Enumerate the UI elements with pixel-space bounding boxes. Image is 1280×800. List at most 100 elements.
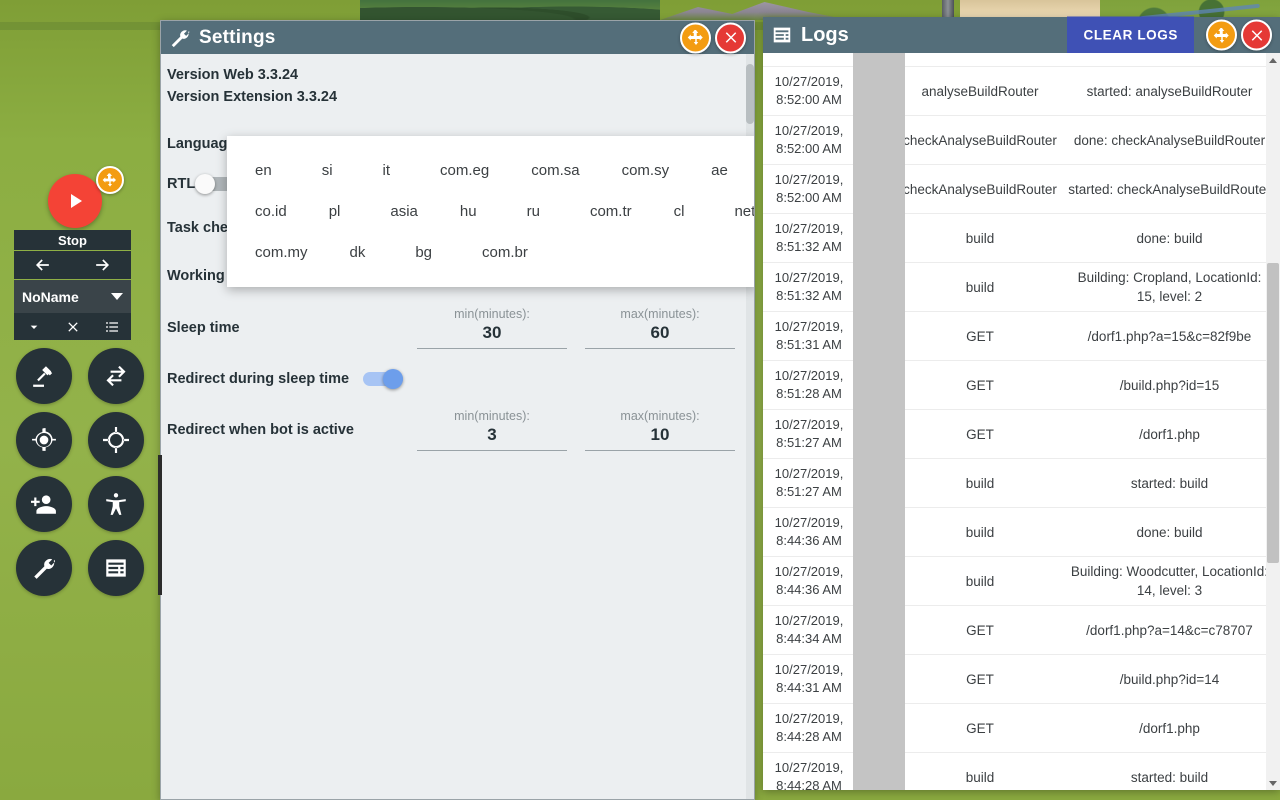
log-timestamp: 10/27/2019, 8:51:27 AM: [774, 466, 844, 499]
logs-button[interactable]: [88, 540, 144, 596]
sleep-max-input[interactable]: [585, 323, 735, 349]
language-option-com-eg[interactable]: com.eg: [430, 158, 499, 183]
redirect-active-row: Redirect when bot is active min(minutes)…: [167, 402, 740, 458]
village-select[interactable]: NoName: [14, 280, 131, 313]
log-task: GET: [966, 377, 994, 393]
log-row[interactable]: [763, 53, 1280, 67]
accessibility-button[interactable]: [88, 476, 144, 532]
page-edge-scrollbar[interactable]: [158, 455, 162, 595]
redirect-min-input[interactable]: [417, 425, 567, 451]
log-message: /dorf1.php: [1139, 720, 1200, 736]
log-message: started: checkAnalyseBuildRouter: [1068, 181, 1271, 197]
logs-scroll-up-button[interactable]: [1266, 53, 1280, 67]
log-row[interactable]: 10/27/2019, 8:51:31 AM GET/dorf1.php?a=15…: [763, 312, 1280, 361]
log-row[interactable]: 10/27/2019, 8:44:36 AM - build done: build: [763, 508, 1280, 557]
log-row[interactable]: 10/27/2019, 8:51:27 AM GET/dorf1.php: [763, 410, 1280, 459]
village-clear-button[interactable]: [53, 313, 92, 340]
play-button[interactable]: [48, 174, 102, 228]
village-dropdown-button[interactable]: [14, 313, 53, 340]
move-arrows-icon: [102, 173, 116, 187]
log-row[interactable]: 10/27/2019, 8:51:27 AM - build started: bui…: [763, 459, 1280, 508]
exchange-button[interactable]: [88, 348, 144, 404]
logs-scrollbar[interactable]: [1266, 53, 1280, 790]
log-row[interactable]: 10/27/2019, 8:52:00 AM checkAnalyseBuildR…: [763, 116, 1280, 165]
log-level: -: [874, 230, 880, 246]
bot-control-sidebar: Stop NoName: [0, 0, 160, 800]
exchange-arrows-icon: [106, 365, 126, 387]
language-dropdown-menu[interactable]: ensiitcom.egcom.sacom.syaeroco.idplasiah…: [227, 136, 754, 287]
log-message: /dorf1.php: [1139, 426, 1200, 442]
target-outline-button[interactable]: [88, 412, 144, 468]
log-timestamp: 10/27/2019, 8:52:00 AM: [774, 172, 844, 205]
redirect-max-input[interactable]: [585, 425, 735, 451]
log-message: done: checkAnalyseBuildRouter: [1073, 132, 1266, 148]
log-task: build: [965, 524, 995, 540]
language-option-dk[interactable]: dk: [340, 240, 376, 265]
language-option-co-id[interactable]: co.id: [245, 199, 297, 224]
settings-move-handle[interactable]: [680, 22, 711, 53]
language-option-com-sy[interactable]: com.sy: [612, 158, 680, 183]
clear-logs-button[interactable]: CLEAR LOGS: [1067, 16, 1194, 54]
move-arrows-icon: [687, 30, 703, 45]
sleep-min-input[interactable]: [417, 323, 567, 349]
settings-button[interactable]: [16, 540, 72, 596]
log-row[interactable]: 10/27/2019, 8:44:28 AM GET/dorf1.php: [763, 704, 1280, 753]
log-task: GET: [966, 328, 994, 344]
target-filled-button[interactable]: [16, 412, 72, 468]
language-option-pl[interactable]: pl: [319, 199, 351, 224]
settings-scroll-thumb[interactable]: [746, 64, 754, 124]
log-row[interactable]: 10/27/2019, 8:51:32 AM - build Building: Cr…: [763, 263, 1280, 312]
background-forest: [360, 0, 660, 22]
language-option-cl[interactable]: cl: [664, 199, 695, 224]
language-option-com-br[interactable]: com.br: [472, 240, 538, 265]
log-timestamp: 10/27/2019, 8:51:32 AM: [774, 270, 844, 303]
logs-close-button[interactable]: [1241, 19, 1272, 51]
logs-scroll-down-button[interactable]: [1266, 776, 1280, 790]
add-people-button[interactable]: [16, 476, 72, 532]
log-message: /build.php?id=15: [1119, 377, 1220, 393]
sidebar-move-handle[interactable]: [96, 166, 124, 194]
log-row[interactable]: 10/27/2019, 8:44:31 AM GET/build.php?id=1…: [763, 655, 1280, 704]
redirect-sleep-toggle[interactable]: [359, 369, 404, 389]
wrench-settings-icon: [34, 558, 55, 579]
language-option-ru[interactable]: ru: [517, 199, 550, 224]
logs-move-handle[interactable]: [1206, 19, 1237, 51]
log-message: done: build: [1136, 230, 1203, 246]
language-option-com-my[interactable]: com.my: [245, 240, 318, 265]
log-message: started: build: [1130, 475, 1209, 491]
log-row[interactable]: 10/27/2019, 8:44:34 AM GET/dorf1.php?a=14…: [763, 606, 1280, 655]
log-level: -: [874, 769, 880, 785]
log-row[interactable]: 10/27/2019, 8:44:36 AM - build Building: Wo…: [763, 557, 1280, 606]
next-village-button[interactable]: [73, 251, 132, 279]
language-option-asia[interactable]: asia: [380, 199, 428, 224]
village-list-button[interactable]: [92, 313, 131, 340]
language-option-net[interactable]: net: [724, 199, 754, 224]
language-option-si[interactable]: si: [312, 158, 343, 183]
close-x-icon: [725, 32, 736, 43]
sleep-time-label: Sleep time: [167, 320, 240, 336]
prev-village-button[interactable]: [14, 251, 73, 279]
language-option-com-tr[interactable]: com.tr: [580, 199, 642, 224]
log-row[interactable]: 10/27/2019, 8:51:28 AM GET/build.php?id=1…: [763, 361, 1280, 410]
log-message: /dorf1.php?a=15&c=82f9be: [1087, 328, 1252, 344]
target-outline-icon: [103, 427, 129, 453]
redirect-max-field: max(minutes):: [585, 409, 735, 451]
log-row[interactable]: 10/27/2019, 8:52:00 AM checkAnalyseBuildR…: [763, 165, 1280, 214]
logs-scroll-thumb[interactable]: [1267, 263, 1279, 563]
redirect-min-label: min(minutes):: [454, 409, 530, 423]
language-option-en[interactable]: en: [245, 158, 282, 183]
language-option-bg[interactable]: bg: [405, 240, 442, 265]
sleep-max-field: max(minutes):: [585, 307, 735, 349]
log-message: started: analyseBuildRouter: [1086, 83, 1253, 99]
logs-table-body[interactable]: 10/27/2019, 8:52:00 AM analyseBuildRouter…: [763, 53, 1280, 790]
auction-button[interactable]: [16, 348, 72, 404]
language-option-it[interactable]: it: [373, 158, 401, 183]
stop-button[interactable]: Stop: [14, 230, 131, 250]
log-row[interactable]: 10/27/2019, 8:44:28 AM - build started: bui…: [763, 753, 1280, 790]
log-row[interactable]: 10/27/2019, 8:51:32 AM - build done: build: [763, 214, 1280, 263]
language-option-com-sa[interactable]: com.sa: [521, 158, 589, 183]
log-row[interactable]: 10/27/2019, 8:52:00 AM analyseBuildRouter…: [763, 67, 1280, 116]
settings-close-button[interactable]: [715, 22, 746, 53]
language-option-ae[interactable]: ae: [701, 158, 738, 183]
language-option-hu[interactable]: hu: [450, 199, 487, 224]
